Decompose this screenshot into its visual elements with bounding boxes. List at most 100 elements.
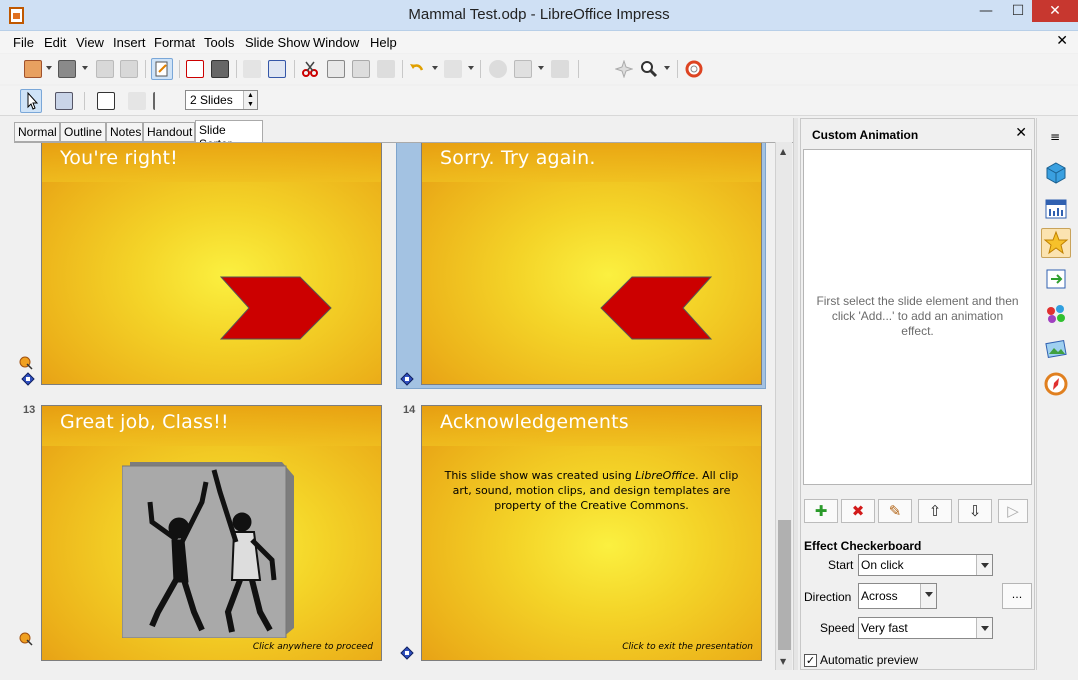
hide-slide-icon[interactable] — [153, 92, 171, 110]
vertical-scrollbar[interactable]: ▲ ▼ — [775, 142, 792, 670]
slide-transition-indicator-icon[interactable] — [399, 645, 415, 661]
open-dropdown-icon[interactable] — [82, 66, 88, 70]
slide-thumbnail[interactable]: Sorry. Try again. — [421, 143, 762, 385]
undo-dropdown-icon[interactable] — [432, 66, 438, 70]
animation-list[interactable]: First select the slide element and then … — [803, 149, 1032, 485]
zoom-dropdown-icon[interactable] — [664, 66, 670, 70]
scroll-up-icon[interactable]: ▲ — [780, 147, 786, 156]
slides-per-row-spinner[interactable]: 2 Slides ▲ ▼ — [185, 90, 258, 110]
effect-name: Effect Checkerboard — [804, 539, 922, 553]
navigator-star-icon[interactable] — [614, 59, 634, 79]
styles-palette-icon[interactable] — [1041, 299, 1071, 329]
panel-splitter[interactable] — [793, 118, 798, 670]
table-dropdown-icon[interactable] — [538, 66, 544, 70]
remove-effect-button[interactable]: ✖ — [841, 499, 875, 523]
slide-thumbnail[interactable]: Great job, Class!! Click anywhere to pro… — [41, 405, 382, 661]
move-down-button[interactable]: ⇩ — [958, 499, 992, 523]
print-icon[interactable] — [211, 60, 229, 78]
menu-help[interactable]: Help — [370, 35, 397, 50]
custom-animation-tab[interactable] — [1041, 228, 1071, 258]
slide-thumbnail[interactable]: You're right! — [41, 143, 382, 385]
menu-slide-show[interactable]: Slide Show — [245, 35, 310, 50]
undo-icon[interactable] — [408, 60, 426, 78]
speed-select[interactable]: Very fast — [858, 617, 993, 639]
custom-animation-indicator-icon[interactable] — [18, 631, 34, 647]
table-icon[interactable] — [514, 60, 532, 78]
slide-title: Great job, Class!! — [60, 411, 229, 433]
tab-outline[interactable]: Outline — [60, 122, 106, 142]
direction-value: Across — [861, 589, 898, 603]
direction-select[interactable]: Across — [858, 583, 937, 609]
start-select[interactable]: On click — [858, 554, 993, 576]
zoom-icon[interactable] — [640, 60, 658, 78]
automatic-preview-checkbox[interactable]: ✓ — [804, 654, 817, 667]
move-up-button[interactable]: ⇧ — [918, 499, 952, 523]
sidebar-menu-icon[interactable]: ≡ — [1050, 130, 1060, 144]
email-icon[interactable] — [120, 60, 138, 78]
edit-effect-button[interactable]: ✎ — [878, 499, 912, 523]
chart-icon[interactable] — [489, 60, 507, 78]
scroll-down-icon[interactable]: ▼ — [780, 657, 786, 666]
redo-icon[interactable] — [444, 60, 462, 78]
slide-title: You're right! — [60, 147, 178, 169]
add-effect-button[interactable]: ✚ — [804, 499, 838, 523]
slide-transition-tab-icon[interactable] — [1041, 264, 1071, 294]
chevron-down-icon[interactable] — [920, 584, 936, 608]
edit-mode-icon[interactable] — [151, 58, 173, 80]
tab-normal[interactable]: Normal — [14, 122, 60, 142]
effect-options-button[interactable]: ... — [1002, 583, 1032, 609]
minimize-button[interactable]: — — [972, 0, 1000, 22]
menu-edit[interactable]: Edit — [44, 35, 66, 50]
slide-transition-indicator-icon[interactable] — [20, 371, 36, 387]
start-value: On click — [861, 558, 904, 572]
clone-formatting-icon[interactable] — [377, 60, 395, 78]
close-document-icon[interactable]: ✕ — [1056, 33, 1068, 49]
tab-handout[interactable]: Handout — [143, 122, 195, 142]
slide-layout-icon[interactable] — [128, 92, 146, 110]
tab-slide-sorter[interactable]: Slide Sorter — [195, 120, 263, 151]
image-icon[interactable] — [551, 60, 569, 78]
menu-format[interactable]: Format — [154, 35, 195, 50]
navigator-compass-icon[interactable] — [1041, 369, 1071, 399]
new-document-icon[interactable] — [24, 60, 42, 78]
tab-notes[interactable]: Notes — [106, 122, 143, 142]
menu-window[interactable]: Window — [313, 35, 359, 50]
spellcheck-icon[interactable] — [243, 60, 261, 78]
left-arrow-shape — [600, 276, 712, 340]
custom-animation-panel: Custom Animation ✕ First select the slid… — [800, 118, 1035, 670]
start-slideshow-icon[interactable] — [55, 92, 73, 110]
open-folder-icon[interactable] — [58, 60, 76, 78]
gallery-icon[interactable] — [1041, 334, 1071, 364]
cut-icon[interactable] — [301, 60, 319, 78]
redo-dropdown-icon[interactable] — [468, 66, 474, 70]
slide-sorter-area: You're right! Sorry. Try again. 13 Great… — [14, 142, 795, 670]
menu-insert[interactable]: Insert — [113, 35, 146, 50]
slide-thumbnail[interactable]: Acknowledgements This slide show was cre… — [421, 405, 762, 661]
help-lifebuoy-icon[interactable] — [685, 60, 703, 78]
copy-icon[interactable] — [327, 60, 345, 78]
custom-animation-indicator-icon[interactable] — [18, 355, 34, 371]
autospellcheck-icon[interactable] — [268, 60, 286, 78]
layouts-cube-icon[interactable] — [1041, 158, 1071, 188]
new-dropdown-icon[interactable] — [46, 66, 52, 70]
paste-icon[interactable] — [352, 60, 370, 78]
maximize-button[interactable]: ☐ — [1004, 0, 1032, 22]
menu-tools[interactable]: Tools — [204, 35, 234, 50]
panel-close-icon[interactable]: ✕ — [1015, 125, 1027, 141]
play-preview-button[interactable]: ▷ — [998, 499, 1028, 523]
slide-transition-icon[interactable] — [97, 92, 115, 110]
scrollbar-thumb[interactable] — [778, 520, 791, 650]
chevron-down-icon[interactable] — [976, 555, 992, 575]
menu-file[interactable]: File — [13, 35, 34, 50]
select-arrow-icon[interactable] — [20, 89, 42, 113]
direction-label: Direction — [804, 590, 852, 604]
chevron-down-icon[interactable] — [976, 618, 992, 638]
close-window-button[interactable]: ✕ — [1032, 0, 1078, 22]
master-pages-icon[interactable] — [1041, 194, 1071, 224]
slide-transition-indicator-icon[interactable] — [399, 371, 415, 387]
export-pdf-icon[interactable] — [186, 60, 204, 78]
spinner-arrows-icon[interactable]: ▲ ▼ — [243, 91, 257, 109]
panel-title: Custom Animation — [812, 128, 919, 142]
save-icon[interactable] — [96, 60, 114, 78]
menu-view[interactable]: View — [76, 35, 104, 50]
